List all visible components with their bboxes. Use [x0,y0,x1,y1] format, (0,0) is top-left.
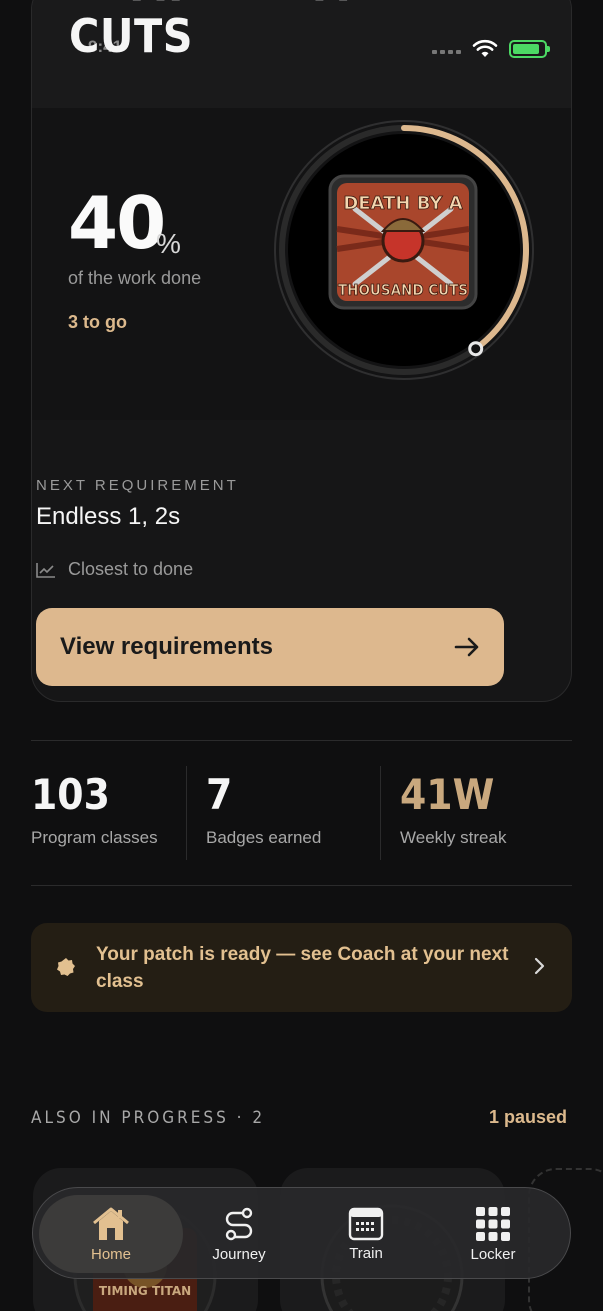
badge-title-line1: DEATH BY A THOUSAND [69,0,571,9]
stat-label: Badges earned [206,828,322,847]
stat-separator [380,766,381,860]
badge-patch-bottom-text: THOUSAND CUTS [338,281,468,299]
tab-label: Locker [470,1245,516,1263]
progress-subtitle: of the work done [68,268,202,288]
tab-train[interactable]: Train [296,1188,436,1280]
stat-value: 41W [400,770,495,819]
calendar-icon [348,1207,384,1240]
stat-separator [186,766,187,860]
chevron-right-icon [534,957,545,975]
timing-titan-badge-text: TIMING TITAN [99,1284,191,1298]
badge-patch-top-text: DEATH BY A [343,193,462,214]
next-requirement-label: NEXT REQUIREMENT [36,477,239,494]
badge-patch-image: DEATH BY A THOUSAND CUTS [328,174,478,310]
progress-ring: DEATH BY A THOUSAND CUTS [274,120,534,380]
view-requirements-label: View requirements [60,633,273,660]
also-in-progress-label: ALSO IN PROGRESS · 2 [31,1108,266,1128]
status-bar: 9:41 [0,36,603,66]
tab-home[interactable]: Home [39,1195,183,1273]
cellular-signal-icon [432,50,461,54]
tab-label: Journey [212,1245,266,1263]
closest-hint: Closest to done [36,559,193,580]
divider [31,740,572,741]
divider [31,885,572,886]
tab-journey[interactable]: Journey [169,1188,309,1280]
stat-value: 7 [206,770,233,819]
next-requirement-value: Endless 1, 2s [36,503,181,530]
grid-icon [476,1206,510,1241]
stat-weekly-streak: 41W Weekly streak [400,770,506,848]
home-icon [93,1207,129,1240]
paused-count-link[interactable]: 1 paused [489,1107,567,1128]
trend-chart-icon [36,562,55,578]
tab-label: Home [90,1245,131,1263]
stat-label: Weekly streak [400,828,507,847]
progress-section: 40 % of the work done 3 to go DEATH BY A… [32,108,571,420]
stat-value: 103 [31,770,110,819]
patch-ready-banner[interactable]: Your patch is ready — see Coach at your … [31,923,572,1012]
journey-icon [225,1207,253,1240]
battery-icon [509,40,550,58]
bottom-tab-bar: Home Journey Train Locker [32,1187,571,1279]
view-requirements-button[interactable]: View requirements [36,608,504,686]
arrow-right-icon [454,637,479,657]
closest-hint-text: Closest to done [68,559,194,579]
remaining-count: 3 to go [68,312,127,332]
percent-value: 40 [68,181,166,265]
patch-icon [57,958,75,976]
status-time: 9:41 [88,37,123,56]
badge-progress-card: DEATH BY A THOUSAND CUTS 40 % of the wor… [31,0,572,702]
stat-program-classes: 103 Program classes [31,770,158,848]
patch-banner-text: Your patch is ready — see Coach at your … [96,944,509,992]
percent-sign: % [156,228,181,259]
tab-label: Train [349,1244,383,1262]
stat-label: Program classes [31,828,158,847]
wifi-icon [472,39,498,57]
stat-badges-earned: 7 Badges earned [206,770,321,848]
tab-locker[interactable]: Locker [423,1188,563,1280]
progress-end-dot [468,341,484,357]
